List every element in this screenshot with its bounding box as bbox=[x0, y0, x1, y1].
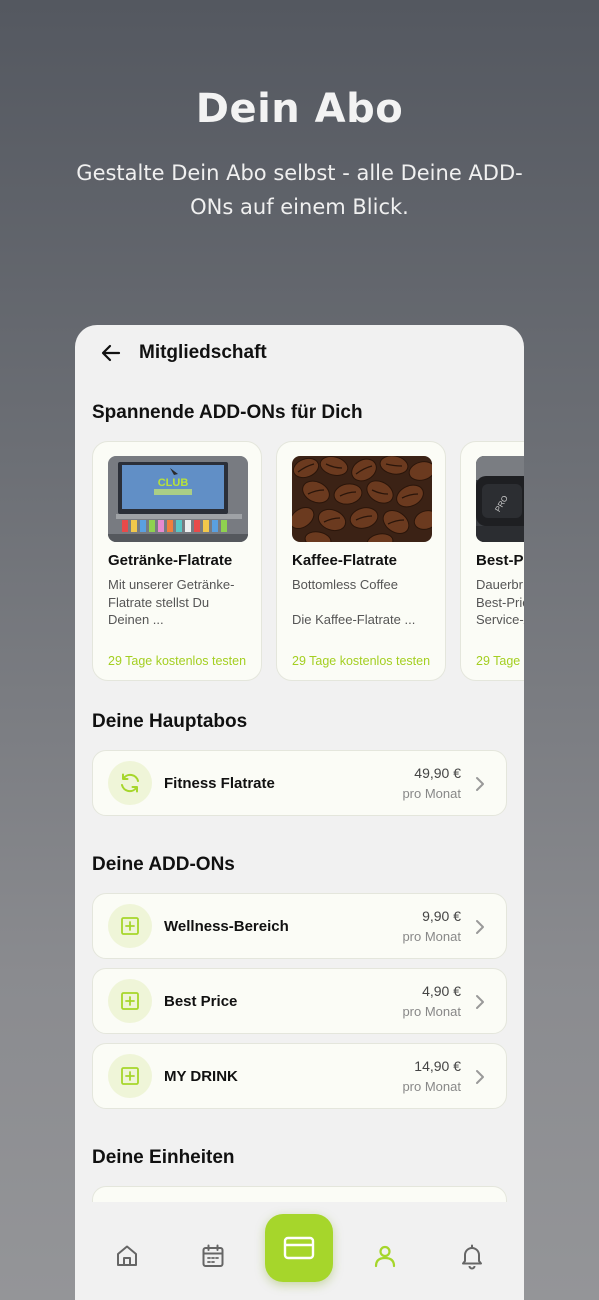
addon-item-my-drink[interactable]: MY DRINK 14,90 € pro Monat bbox=[92, 1043, 507, 1109]
chevron-right-icon bbox=[476, 920, 484, 934]
addon-offer-description: Bottomless Coffee Die Kaffee-Flatrate ..… bbox=[292, 577, 416, 627]
subscription-price: 49,90 € bbox=[414, 765, 461, 781]
hero-subtitle: Gestalte Dein Abo selbst - alle Deine AD… bbox=[76, 161, 523, 219]
addon-item-best-price[interactable]: Best Price 4,90 € pro Monat bbox=[92, 968, 507, 1034]
addon-price: 9,90 € bbox=[422, 908, 461, 924]
addon-offer-trial-link[interactable]: 29 Tage k bbox=[476, 654, 524, 668]
addon-offer-description: Dauerbr Best-Pric Service-A bbox=[476, 577, 524, 627]
chevron-right-icon bbox=[476, 1070, 484, 1084]
addon-offer-trial-link[interactable]: 29 Tage kostenlos testen bbox=[292, 654, 430, 668]
refresh-icon bbox=[121, 773, 139, 793]
phone-screen: Mitgliedschaft Spannende ADD-ONs für Dic… bbox=[75, 325, 524, 1300]
addon-offer-card[interactable]: PRO Best-Pr Dauerbr Best-Pric Service-A … bbox=[460, 441, 524, 681]
addon-price: 4,90 € bbox=[422, 983, 461, 999]
section-title-addons-offer: Spannende ADD-ONs für Dich bbox=[92, 402, 363, 423]
addon-offer-trial-link[interactable]: 29 Tage kostenlos testen bbox=[108, 654, 246, 668]
addon-price: 14,90 € bbox=[414, 1058, 461, 1074]
plus-square-icon-badge bbox=[108, 979, 152, 1023]
section-title-units: Deine Einheiten bbox=[92, 1147, 235, 1168]
top-bar: Mitgliedschaft bbox=[75, 325, 524, 383]
addon-offer-title: Getränke-Flatrate bbox=[108, 552, 233, 569]
plus-square-icon-badge bbox=[108, 1054, 152, 1098]
bottom-navigation bbox=[75, 1202, 524, 1300]
coffee-beans-image bbox=[292, 456, 432, 542]
addon-offer-carousel[interactable]: CLUB Getränke-Flatrate Mit unserer Geträ… bbox=[92, 441, 524, 681]
profile-icon[interactable] bbox=[371, 1242, 399, 1270]
membership-card-button[interactable] bbox=[265, 1214, 333, 1282]
addon-offer-title: Best-Pr bbox=[476, 552, 524, 569]
card-icon bbox=[283, 1236, 315, 1260]
drink-machine-image: CLUB bbox=[108, 456, 248, 542]
addon-offer-description: Mit unserer Getränke- Flatrate stellst D… bbox=[108, 577, 235, 627]
section-title-main-subscriptions: Deine Hauptabos bbox=[92, 711, 248, 732]
chevron-right-icon bbox=[476, 995, 484, 1009]
subscription-name: Fitness Flatrate bbox=[164, 775, 275, 792]
addon-offer-card[interactable]: Kaffee-Flatrate Bottomless Coffee Die Ka… bbox=[276, 441, 446, 681]
plus-square-icon bbox=[121, 917, 139, 935]
section-title-my-addons: Deine ADD-ONs bbox=[92, 854, 235, 875]
plus-square-icon bbox=[121, 992, 139, 1010]
dumbbell-image: PRO bbox=[476, 456, 524, 542]
addon-item-wellness[interactable]: Wellness-Bereich 9,90 € pro Monat bbox=[92, 893, 507, 959]
hero-title: Dein Abo bbox=[195, 86, 404, 132]
page-title: Mitgliedschaft bbox=[139, 342, 267, 363]
plus-square-icon-badge bbox=[108, 904, 152, 948]
svg-text:CLUB: CLUB bbox=[158, 477, 189, 489]
bell-icon[interactable] bbox=[458, 1242, 486, 1270]
addon-name: Wellness-Bereich bbox=[164, 918, 289, 935]
addon-period: pro Monat bbox=[402, 1079, 461, 1094]
addon-offer-card[interactable]: CLUB Getränke-Flatrate Mit unserer Geträ… bbox=[92, 441, 262, 681]
subscription-item-fitness-flatrate[interactable]: Fitness Flatrate 49,90 € pro Monat bbox=[92, 750, 507, 816]
addon-period: pro Monat bbox=[402, 929, 461, 944]
chevron-right-icon bbox=[476, 777, 484, 791]
back-arrow-icon[interactable] bbox=[99, 341, 123, 365]
calendar-icon[interactable] bbox=[199, 1242, 227, 1270]
refresh-icon-badge bbox=[108, 761, 152, 805]
subscription-period: pro Monat bbox=[402, 786, 461, 801]
addon-name: MY DRINK bbox=[164, 1068, 238, 1085]
home-icon[interactable] bbox=[113, 1242, 141, 1270]
addon-name: Best Price bbox=[164, 993, 238, 1010]
addon-period: pro Monat bbox=[402, 1004, 461, 1019]
addon-offer-title: Kaffee-Flatrate bbox=[292, 552, 398, 569]
plus-square-icon bbox=[121, 1067, 139, 1085]
